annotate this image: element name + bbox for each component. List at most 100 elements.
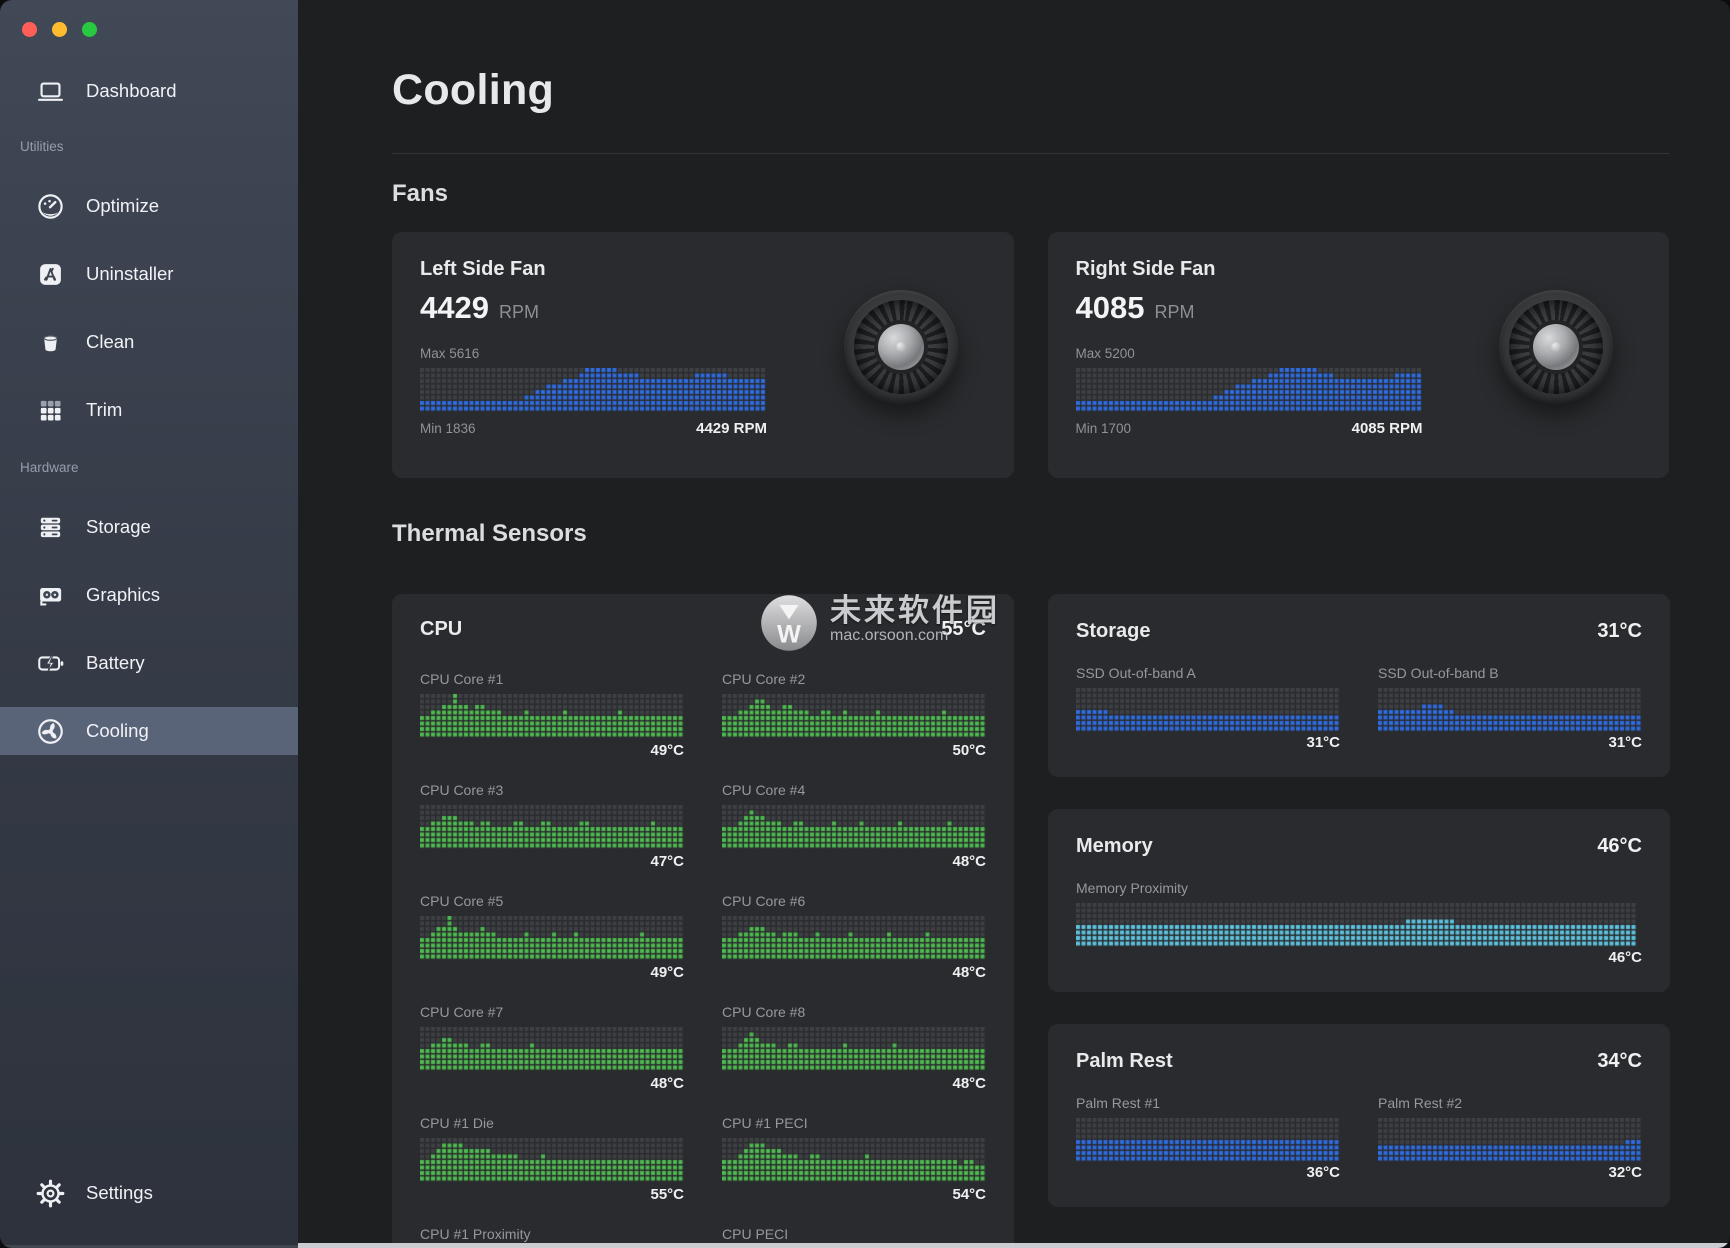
sensor-history-graph	[722, 694, 986, 738]
sensor-history-graph	[722, 805, 986, 849]
thermal-card-storage: Storage31°CSSD Out-of-band A31°CSSD Out-…	[1048, 594, 1670, 777]
sensor-label: CPU #1 Die	[420, 1115, 684, 1131]
sidebar-item-label: Graphics	[86, 584, 160, 606]
sensor-history-graph	[420, 916, 684, 960]
watermark-site-url: mac.orsoon.com	[830, 628, 1000, 644]
sidebar-item-settings[interactable]: Settings	[0, 1169, 298, 1217]
sensor-temp-value: 46°C	[1076, 949, 1642, 966]
sensor-label: Palm Rest #2	[1378, 1095, 1642, 1111]
fan-rpm-number: 4429	[420, 290, 489, 326]
sensor-temp-value: 31°C	[1076, 734, 1340, 751]
sensor-label: SSD Out-of-band B	[1378, 665, 1642, 681]
fan-rpm-unit: RPM	[1154, 302, 1194, 323]
thermal-sensor: CPU Core #4 48°C	[722, 782, 986, 870]
thermal-card-sensor-grid: SSD Out-of-band A31°C SSD Out-of-band B 31…	[1076, 665, 1642, 751]
thermal-sensor: SSD Out-of-band B 31°C	[1378, 665, 1642, 751]
sidebar-section-label: Hardware	[0, 460, 298, 475]
sidebar-item-graphics[interactable]: Graphics	[0, 571, 298, 619]
sensor-temp-value: 49°C	[420, 742, 684, 759]
page-title: Cooling	[392, 66, 1669, 115]
cpu-card-title: CPU	[420, 618, 462, 641]
laptop-icon	[34, 75, 66, 107]
sidebar-item-trim[interactable]: Trim	[0, 386, 298, 434]
sidebar-item-label: Settings	[86, 1182, 153, 1204]
thermal-card-temp: 31°C	[1597, 620, 1642, 643]
sensor-history-graph	[420, 1027, 684, 1071]
fans-section-heading: Fans	[392, 180, 1669, 208]
thermal-card-sensor-grid: Memory Proximity 46°C	[1076, 880, 1642, 966]
fan-min-label: Min 1836	[420, 421, 476, 436]
sensor-temp-value: 48°C	[722, 1075, 986, 1092]
fan-cards-row: Left Side Fan4429RPMMax 5616Min 18364429…	[392, 232, 1669, 478]
sensor-temp-value: 48°C	[722, 853, 986, 870]
watermark-text: 未来软件园 mac.orsoon.com	[830, 594, 1000, 644]
fan-turbine-graphic	[1499, 290, 1613, 404]
thermal-sensor: Memory Proximity 46°C	[1076, 880, 1642, 966]
sensor-temp-value: 32°C	[1378, 1164, 1642, 1181]
thermal-sensor: CPU #1 Die55°C	[420, 1115, 684, 1203]
sidebar-item-label: Dashboard	[86, 80, 177, 102]
sidebar-item-label: Clean	[86, 331, 134, 353]
sidebar-item-cooling[interactable]: Cooling	[0, 707, 298, 755]
thermal-sensor: SSD Out-of-band A31°C	[1076, 665, 1340, 751]
fan-turbine-graphic	[844, 290, 958, 404]
thermal-section-heading: Thermal Sensors	[392, 520, 1669, 548]
sensor-history-graph	[1378, 1118, 1642, 1162]
sensor-label: CPU Core #3	[420, 782, 684, 798]
sensor-label: CPU Core #4	[722, 782, 986, 798]
thermal-card-sensor-grid: Palm Rest #136°C Palm Rest #2 32°C	[1076, 1095, 1642, 1181]
sensor-temp-value: 36°C	[1076, 1164, 1340, 1181]
sidebar-item-label: Uninstaller	[86, 263, 173, 285]
thermal-sensor: Palm Rest #2 32°C	[1378, 1095, 1642, 1181]
thermal-card-header: Memory46°C	[1076, 835, 1642, 858]
sensor-label: CPU #1 Proximity	[420, 1226, 684, 1242]
sensor-label: CPU Core #5	[420, 893, 684, 909]
sensor-temp-value: 50°C	[722, 742, 986, 759]
thermal-sensor: CPU Core #347°C	[420, 782, 684, 870]
fan-rpm-unit: RPM	[499, 302, 539, 323]
fan-history-graph	[420, 368, 767, 412]
zoom-window-button[interactable]	[82, 22, 97, 37]
sensor-label: CPU Core #6	[722, 893, 986, 909]
sidebar-item-dashboard[interactable]: Dashboard	[0, 67, 298, 115]
sidebar-item-storage[interactable]: Storage	[0, 503, 298, 551]
close-window-button[interactable]	[22, 22, 37, 37]
thermal-card-header: Palm Rest34°C	[1076, 1050, 1642, 1073]
thermal-card-palm-rest: Palm Rest34°CPalm Rest #136°CPalm Rest #…	[1048, 1024, 1670, 1207]
sidebar-item-optimize[interactable]: Optimize	[0, 182, 298, 230]
thermal-grid: CPU55°CCPU Core #149°CCPU Core #250°CCPU…	[392, 594, 1669, 1244]
sensor-temp-value: 31°C	[1378, 734, 1642, 751]
cpu-sensor-grid: CPU Core #149°CCPU Core #250°CCPU Core #…	[420, 671, 986, 1244]
thermal-sensor: Palm Rest #136°C	[1076, 1095, 1340, 1181]
app-store-icon	[34, 258, 66, 290]
watermark: W 未来软件园 mac.orsoon.com	[760, 594, 1000, 652]
fan-rpm-number: 4085	[1076, 290, 1145, 326]
thermal-sensor: CPU Core #6 48°C	[722, 893, 986, 981]
sensor-history-graph	[722, 1027, 986, 1071]
sensor-label: Memory Proximity	[1076, 880, 1642, 896]
sidebar-item-label: Battery	[86, 652, 145, 674]
thermal-sensor: CPU #1 PECI54°C	[722, 1115, 986, 1203]
thermal-sensor: CPU Core #748°C	[420, 1004, 684, 1092]
thermal-card-header: Storage31°C	[1076, 620, 1642, 643]
sensor-history-graph	[722, 1138, 986, 1182]
sidebar-item-uninstaller[interactable]: Uninstaller	[0, 250, 298, 298]
thermal-sensor: CPU Core #848°C	[722, 1004, 986, 1092]
sensor-history-graph	[420, 805, 684, 849]
thermal-sensor: CPU PECI	[722, 1226, 986, 1244]
sensor-temp-value: 48°C	[722, 964, 986, 981]
fan-card-left: Left Side Fan4429RPMMax 5616Min 18364429…	[392, 232, 1014, 478]
thermal-card-temp: 46°C	[1597, 835, 1642, 858]
gauge-icon	[34, 190, 66, 222]
sidebar-item-clean[interactable]: Clean	[0, 318, 298, 366]
sensor-temp-value: 48°C	[420, 1075, 684, 1092]
fan-current-rpm: 4085 RPM	[1352, 420, 1423, 437]
minimize-window-button[interactable]	[52, 22, 67, 37]
sidebar-footer: Settings	[0, 1169, 298, 1217]
sidebar-nav: Dashboard Utilities Optimize Uninstaller Cle…	[0, 67, 298, 755]
sidebar-item-battery[interactable]: Battery	[0, 639, 298, 687]
fan-card-right: Right Side Fan4085RPMMax 5200Min 1700408…	[1048, 232, 1670, 478]
sidebar-section-label: Utilities	[0, 139, 298, 154]
fan-current-rpm: 4429 RPM	[696, 420, 767, 437]
thermal-card-memory: Memory46°C Memory Proximity 46°C	[1048, 809, 1670, 992]
